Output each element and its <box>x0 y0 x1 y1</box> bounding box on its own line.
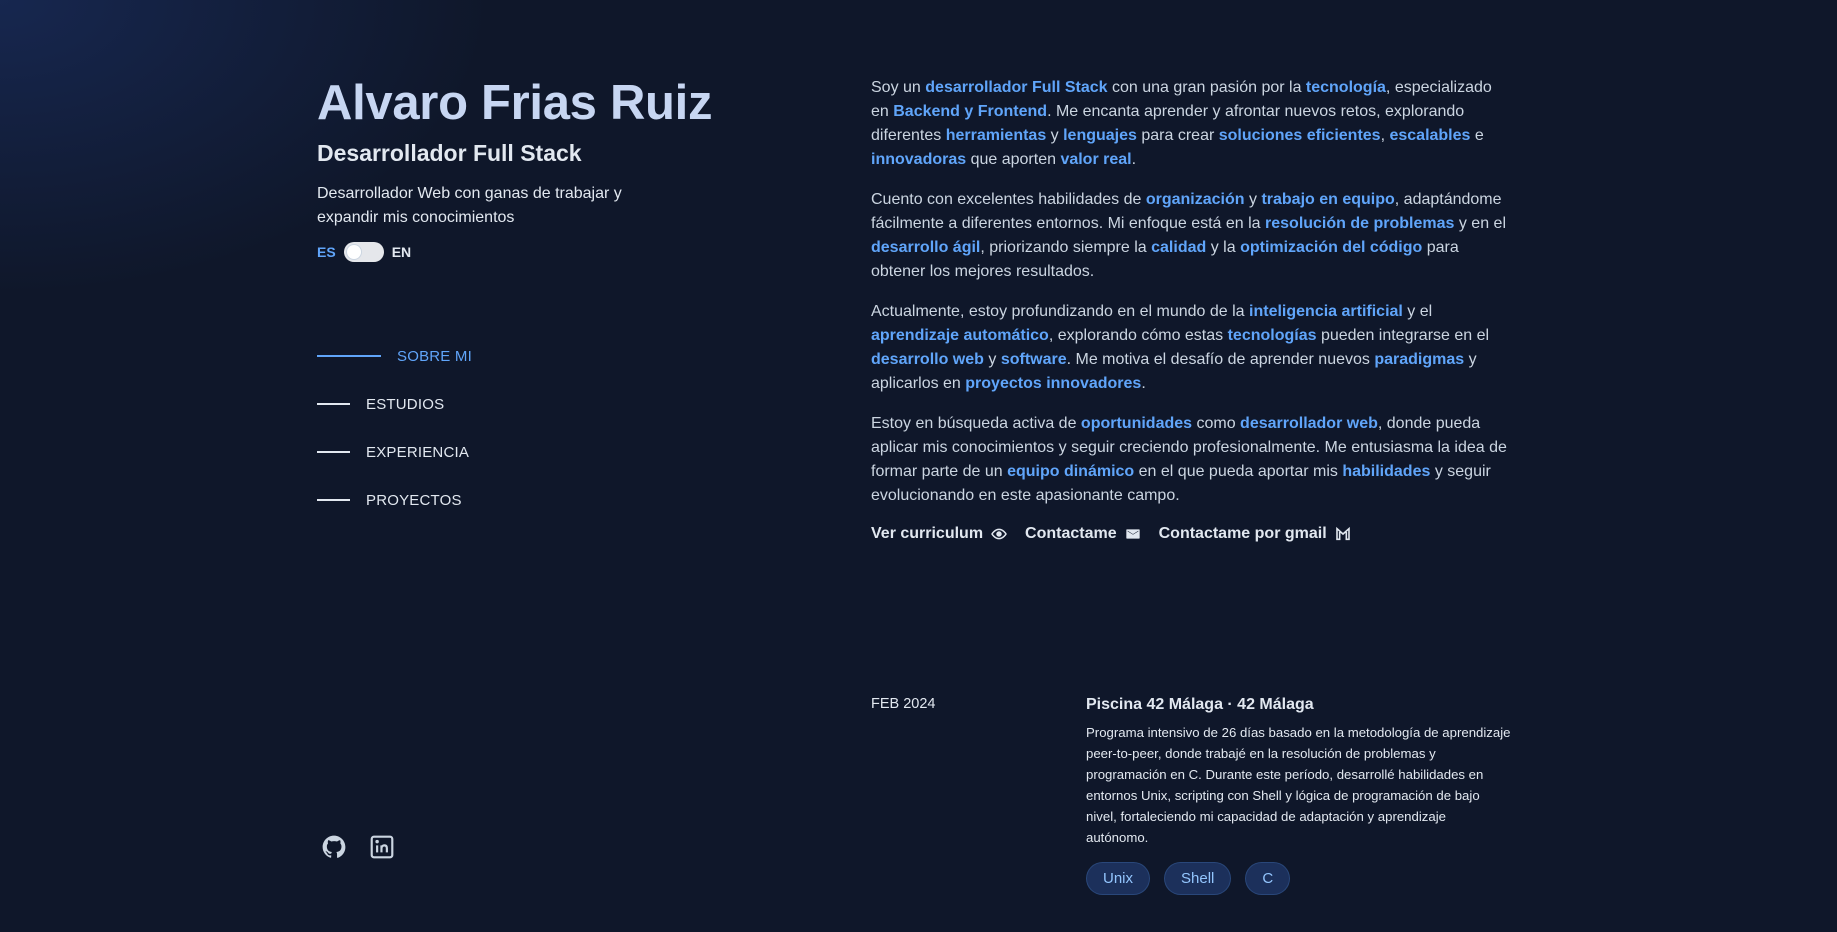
highlight-keyword: habilidades <box>1342 463 1431 480</box>
job-role: Desarrollador Full Stack <box>317 140 582 166</box>
nav-item-estudios[interactable]: ESTUDIOS <box>317 392 472 416</box>
highlight-keyword: software <box>1000 351 1067 368</box>
highlight-keyword: desarrollador web <box>1240 415 1378 432</box>
about-paragraph: Estoy en búsqueda activa de oportunidade… <box>871 415 1507 504</box>
mail-icon <box>1125 529 1140 539</box>
linkedin-icon <box>370 835 394 859</box>
tag-list: Unix Shell C <box>1086 862 1511 895</box>
entry-body: Piscina 42 Málaga · 42 Málaga Programa i… <box>1086 694 1511 895</box>
about-paragraph: Cuento con excelentes habilidades de org… <box>871 191 1506 280</box>
highlight-keyword: desarrollo ágil <box>871 239 981 256</box>
social-links <box>321 834 395 860</box>
profile-header: Alvaro Frias Ruiz Desarrollador Full Sta… <box>317 72 747 262</box>
toggle-knob <box>346 245 361 259</box>
github-link[interactable] <box>321 834 347 860</box>
gmail-label: Contactame por gmail <box>1158 525 1327 542</box>
section-nav: SOBRE MI ESTUDIOS EXPERIENCIA PROYECTOS <box>317 344 472 536</box>
eye-icon <box>991 528 1007 540</box>
entry-title: Piscina 42 Málaga · 42 Málaga <box>1086 696 1314 713</box>
view-cv-link[interactable]: Ver curriculum <box>871 522 1007 546</box>
highlight-keyword: paradigmas <box>1374 351 1465 368</box>
nav-label: PROYECTOS <box>366 491 462 509</box>
highlight-keyword: organización <box>1145 191 1245 208</box>
lang-es-label[interactable]: ES <box>317 244 336 260</box>
nav-item-proyectos[interactable]: PROYECTOS <box>317 488 472 512</box>
tag-c: C <box>1245 862 1291 895</box>
tagline: Desarrollador Web con ganas de trabajar … <box>317 185 622 226</box>
highlight-keyword: calidad <box>1151 239 1207 256</box>
highlight-keyword: optimización del código <box>1240 239 1423 256</box>
contact-label: Contactame <box>1025 525 1117 542</box>
highlight-keyword: valor real <box>1060 151 1132 168</box>
contact-actions: Ver curriculum Contactame Contactame por… <box>871 522 1511 546</box>
nav-label: SOBRE MI <box>397 347 472 365</box>
nav-indicator <box>317 499 350 501</box>
highlight-keyword: trabajo en equipo <box>1261 191 1395 208</box>
entry-description: Programa intensivo de 26 días basado en … <box>1086 725 1511 845</box>
highlight-keyword: inteligencia artificial <box>1249 303 1403 320</box>
about-section: Soy un desarrollador Full Stack con una … <box>871 76 1511 546</box>
nav-indicator <box>317 403 350 405</box>
highlight-keyword: innovadoras <box>871 151 967 168</box>
highlight-keyword: soluciones eficientes <box>1218 127 1381 144</box>
language-toggle[interactable] <box>343 242 384 262</box>
tag-shell: Shell <box>1164 862 1232 895</box>
highlight-keyword: resolución de problemas <box>1265 215 1455 232</box>
highlight-keyword: desarrollador Full Stack <box>925 79 1108 96</box>
highlight-keyword: oportunidades <box>1080 415 1193 432</box>
page-title: Alvaro Frias Ruiz <box>317 76 713 130</box>
highlight-keyword: tecnologías <box>1227 327 1317 344</box>
highlight-keyword: aprendizaje automático <box>871 327 1049 344</box>
gmail-icon <box>1335 526 1350 541</box>
github-icon <box>322 835 346 858</box>
highlight-keyword: proyectos innovadores <box>965 375 1142 392</box>
nav-label: EXPERIENCIA <box>366 443 470 461</box>
highlight-keyword: tecnología <box>1305 79 1386 96</box>
language-switcher: ES EN <box>317 242 747 262</box>
contact-link[interactable]: Contactame <box>1025 522 1141 546</box>
entry-date: FEB 2024 <box>871 696 936 712</box>
nav-indicator <box>317 451 350 453</box>
linkedin-link[interactable] <box>369 834 395 860</box>
about-paragraph: Actualmente, estoy profundizando en el m… <box>871 303 1490 392</box>
highlight-keyword: herramientas <box>945 127 1047 144</box>
highlight-keyword: equipo dinámico <box>1007 463 1135 480</box>
nav-label: ESTUDIOS <box>366 395 445 413</box>
view-cv-label: Ver curriculum <box>871 525 984 542</box>
about-paragraph: Soy un desarrollador Full Stack con una … <box>871 79 1492 168</box>
nav-item-sobre-mi[interactable]: SOBRE MI <box>317 344 472 368</box>
tag-unix: Unix <box>1086 862 1151 895</box>
nav-item-experiencia[interactable]: EXPERIENCIA <box>317 440 472 464</box>
gmail-link[interactable]: Contactame por gmail <box>1159 522 1351 546</box>
highlight-keyword: Backend y Frontend <box>893 103 1048 120</box>
highlight-keyword: lenguajes <box>1063 127 1137 144</box>
lang-en-label[interactable]: EN <box>392 244 411 260</box>
nav-indicator <box>317 355 381 357</box>
highlight-keyword: escalables <box>1389 127 1471 144</box>
highlight-keyword: desarrollo web <box>871 351 984 368</box>
